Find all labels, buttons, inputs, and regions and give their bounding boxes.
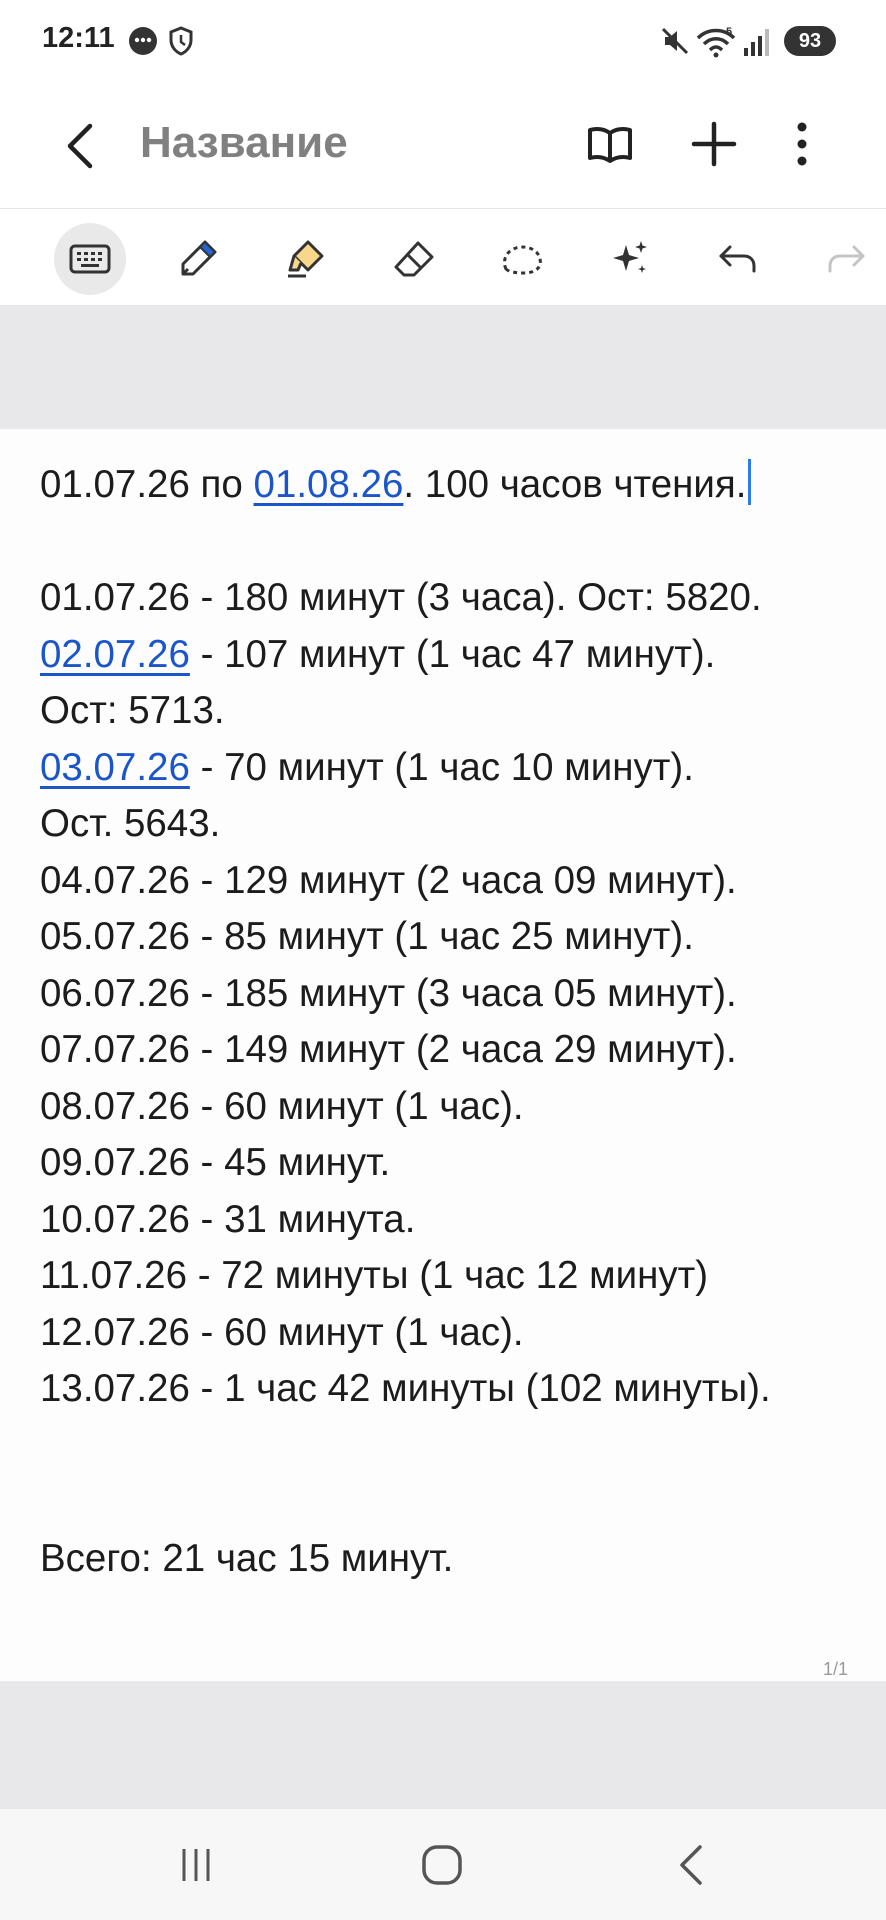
note-line: 08.07.26 - 60 минут (1 час). xyxy=(40,1084,524,1128)
reading-mode-button[interactable] xyxy=(580,114,640,174)
ai-assist-button[interactable] xyxy=(594,223,666,295)
home-icon xyxy=(422,1845,462,1885)
sparkle-icon xyxy=(613,241,647,273)
recent-apps-icon xyxy=(182,1849,210,1881)
nav-back-icon xyxy=(680,1845,702,1885)
note-line: 07.07.26 - 149 минут (2 часа 29 минут). xyxy=(40,1028,737,1071)
status-time: 12:11 xyxy=(42,22,115,54)
more-options-button[interactable] xyxy=(772,114,832,174)
note-body[interactable]: 01.07.26 по 01.08.26. 100 часов чтения. … xyxy=(40,457,860,1587)
note-line: Ост: 5713. xyxy=(40,689,225,732)
eraser-icon xyxy=(394,241,434,277)
highlighter-tool-button[interactable] xyxy=(270,223,342,295)
lasso-tool-button[interactable] xyxy=(486,223,558,295)
redo-icon xyxy=(828,245,865,273)
more-vert-icon xyxy=(797,122,807,166)
note-line: 09.07.26 - 45 минут. xyxy=(40,1141,391,1184)
app-bar: Название xyxy=(0,84,886,208)
note-line: 10.07.26 - 31 минута. xyxy=(40,1197,416,1241)
add-icon xyxy=(691,121,737,167)
system-nav-bar xyxy=(0,1809,886,1920)
note-line: 05.07.26 - 85 минут (1 час 25 минут). xyxy=(40,915,694,958)
svg-text:5: 5 xyxy=(726,26,732,38)
undo-icon xyxy=(719,245,756,273)
note-line: 11.07.26 - 72 минуты (1 час 12 минут) xyxy=(40,1254,709,1297)
redo-button[interactable] xyxy=(810,223,882,295)
date-link[interactable]: 03.07.26 xyxy=(40,746,190,789)
recent-apps-button[interactable] xyxy=(166,1837,226,1893)
highlighter-icon xyxy=(288,240,324,278)
note-header-line: 01.07.26 по 01.08.26. 100 часов чтения. xyxy=(40,457,860,514)
home-button[interactable] xyxy=(412,1837,472,1893)
system-back-button[interactable] xyxy=(662,1837,722,1893)
note-line: 12.07.26 - 60 минут (1 час). xyxy=(40,1310,524,1354)
lasso-icon xyxy=(502,245,542,275)
date-link[interactable]: 01.08.26 xyxy=(254,463,404,506)
battery-indicator: 93 xyxy=(784,26,836,56)
undo-button[interactable] xyxy=(702,223,774,295)
keyboard-icon xyxy=(69,244,111,274)
status-bar: 12:11 5 93 xyxy=(0,0,886,84)
pen-tool-button[interactable] xyxy=(162,223,234,295)
canvas-margin-bottom xyxy=(0,1681,886,1809)
date-link[interactable]: 02.07.26 xyxy=(40,633,190,676)
signal-icon xyxy=(742,26,774,63)
shield-icon xyxy=(168,26,194,61)
note-line: 06.07.26 - 185 минут (3 часа 05 минут). xyxy=(40,971,737,1015)
back-icon xyxy=(67,123,93,169)
canvas-margin-top xyxy=(0,305,886,429)
pen-icon xyxy=(181,240,217,276)
chat-bubble-icon xyxy=(128,26,158,61)
note-line: 02.07.26 - 107 минут (1 час 47 минут). xyxy=(40,632,716,676)
note-line: 03.07.26 - 70 минут (1 час 10 минут). xyxy=(40,745,694,789)
note-page[interactable]: 01.07.26 по 01.08.26. 100 часов чтения. … xyxy=(0,429,886,1681)
page-indicator: 1/1 xyxy=(822,1659,848,1679)
drawing-toolbar xyxy=(0,208,886,306)
keyboard-tool-button[interactable] xyxy=(54,223,126,295)
eraser-tool-button[interactable] xyxy=(378,223,450,295)
mute-icon xyxy=(660,26,690,61)
back-button[interactable] xyxy=(56,116,104,176)
page-title: Название xyxy=(140,118,348,167)
note-total-line: Всего: 21 час 15 минут. xyxy=(40,1536,454,1580)
book-icon xyxy=(588,127,632,163)
note-line: 13.07.26 - 1 час 42 минуты (102 минуты). xyxy=(40,1367,771,1410)
note-line: 04.07.26 - 129 минут (2 часа 09 минут). xyxy=(40,858,737,902)
note-line: Ост. 5643. xyxy=(40,802,221,845)
wifi-icon: 5 xyxy=(696,26,736,63)
note-line: 01.07.26 - 180 минут (3 часа). Ост: 5820… xyxy=(40,576,762,619)
add-button[interactable] xyxy=(684,114,744,174)
text-cursor xyxy=(748,459,752,505)
